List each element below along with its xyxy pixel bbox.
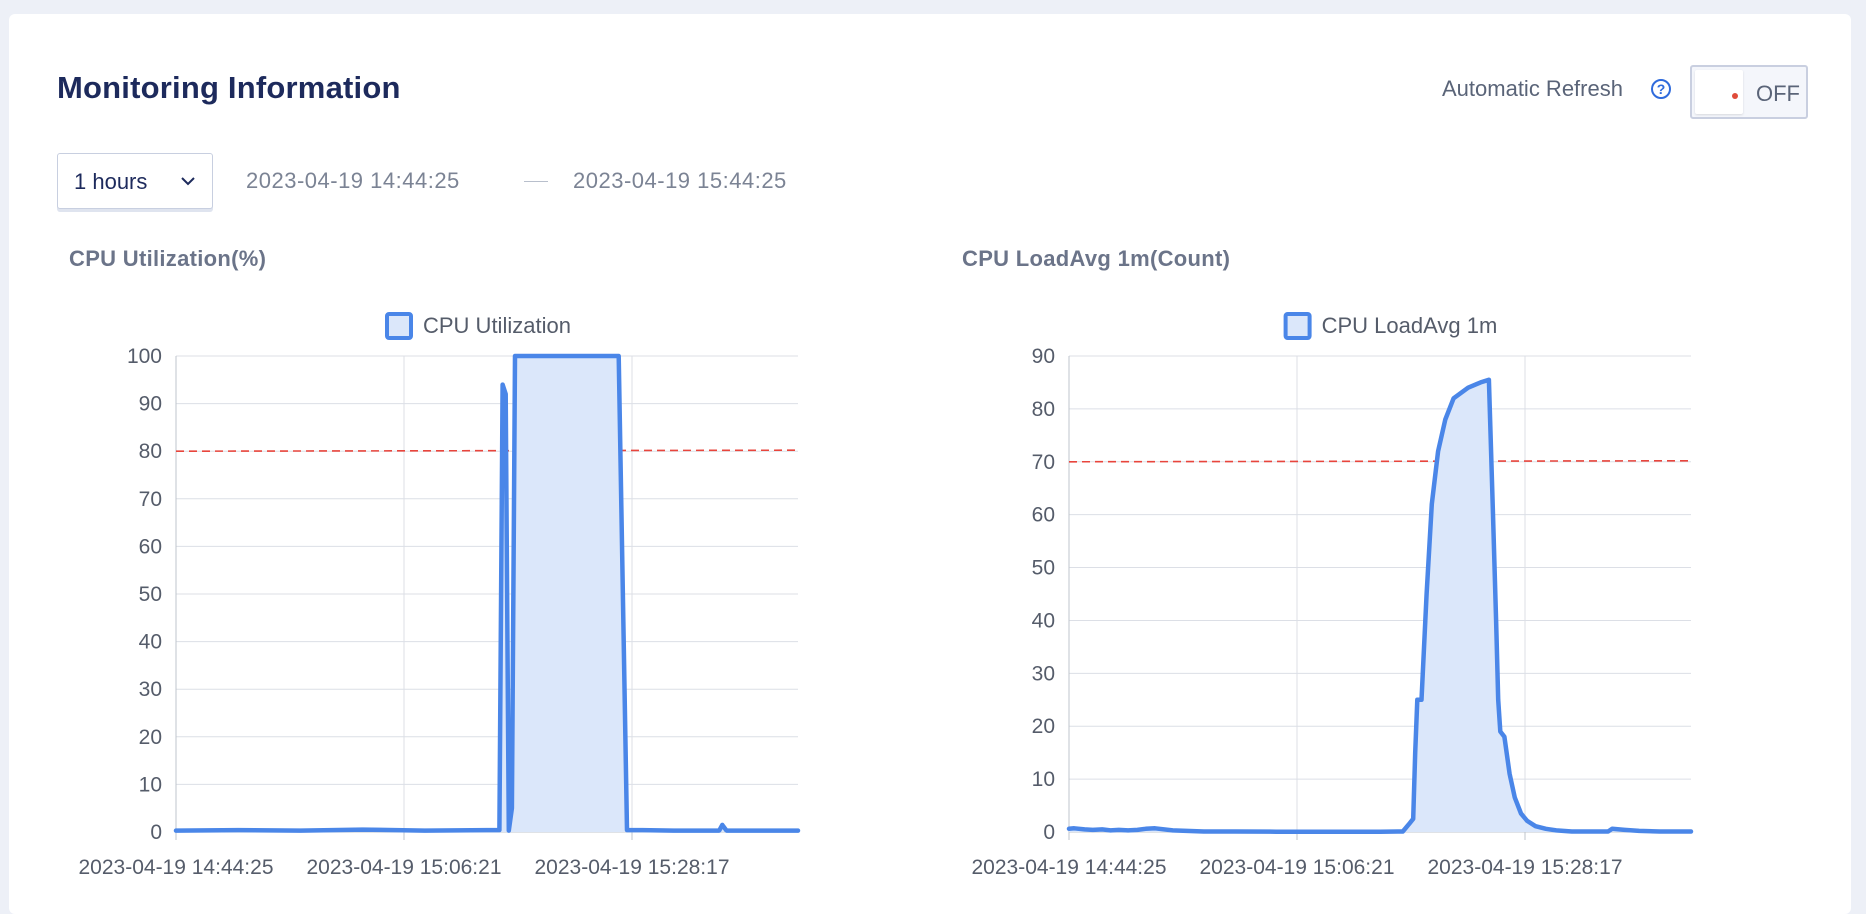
y-tick-label: 70 — [1032, 451, 1055, 474]
y-tick-label: 50 — [1032, 557, 1055, 580]
series-area — [1069, 379, 1691, 832]
time-range-separator — [524, 181, 548, 182]
y-tick-label: 40 — [1032, 609, 1055, 632]
cpu-utilization-chart-title: CPU Utilization(%) — [69, 246, 267, 271]
x-tick-label: 2023-04-19 14:44:25 — [79, 856, 274, 879]
toggle-state-label: OFF — [1756, 81, 1800, 106]
y-tick-label: 60 — [139, 535, 162, 558]
y-tick-label: 100 — [127, 345, 162, 368]
series-line — [173, 353, 801, 833]
time-range-end: 2023-04-19 15:44:25 — [573, 168, 787, 193]
cpu-loadavg-chart-title: CPU LoadAvg 1m(Count) — [962, 246, 1231, 271]
y-tick-label: 40 — [139, 631, 162, 654]
series-line — [1066, 377, 1694, 834]
page-title: Monitoring Information — [57, 70, 401, 105]
cpu-loadavg-chart: 0 10 20 30 40 50 60 70 80 90 2023-04-19 14:44:25 20… — [972, 312, 1694, 879]
x-tick-label: 2023-04-19 15:06:21 — [307, 856, 502, 879]
y-tick-label: 30 — [139, 678, 162, 701]
y-tick-label: 20 — [1032, 715, 1055, 738]
x-tick-label: 2023-04-19 15:28:17 — [535, 856, 730, 879]
time-range-select[interactable]: 1 hours — [57, 153, 213, 209]
legend-label: CPU LoadAvg 1m — [1322, 313, 1498, 338]
auto-refresh-toggle[interactable]: OFF — [1690, 65, 1808, 119]
y-tick-label: 30 — [1032, 662, 1055, 685]
y-tick-label: 0 — [150, 821, 162, 844]
x-tick-label: 2023-04-19 15:28:17 — [1428, 856, 1623, 879]
time-range-start: 2023-04-19 14:44:25 — [246, 168, 460, 193]
x-tick-label: 2023-04-19 14:44:25 — [972, 856, 1167, 879]
y-tick-label: 10 — [139, 773, 162, 796]
y-tick-label: 80 — [139, 440, 162, 463]
y-tick-label: 90 — [1032, 345, 1055, 368]
auto-refresh-label: Automatic Refresh — [1442, 76, 1623, 101]
legend-swatch — [385, 312, 413, 340]
y-tick-label: 80 — [1032, 398, 1055, 421]
y-tick-label: 50 — [139, 583, 162, 606]
y-tick-label: 60 — [1032, 504, 1055, 527]
y-tick-label: 0 — [1043, 821, 1055, 844]
chevron-down-icon — [181, 177, 195, 186]
time-range-value: 1 hours — [74, 169, 148, 194]
help-icon[interactable]: ? — [1651, 79, 1671, 99]
x-tick-label: 2023-04-19 15:06:21 — [1200, 856, 1395, 879]
y-tick-label: 10 — [1032, 768, 1055, 791]
status-dot-icon — [1732, 93, 1738, 99]
legend-label: CPU Utilization — [423, 313, 571, 338]
legend-swatch — [1283, 312, 1312, 340]
cpu-utilization-chart: 0 10 20 30 40 50 60 70 80 90 100 2023-04-19 14:44:2… — [79, 312, 801, 879]
y-tick-label: 20 — [139, 726, 162, 749]
toggle-knob — [1695, 70, 1743, 114]
y-tick-label: 70 — [139, 488, 162, 511]
y-tick-label: 90 — [139, 393, 162, 416]
